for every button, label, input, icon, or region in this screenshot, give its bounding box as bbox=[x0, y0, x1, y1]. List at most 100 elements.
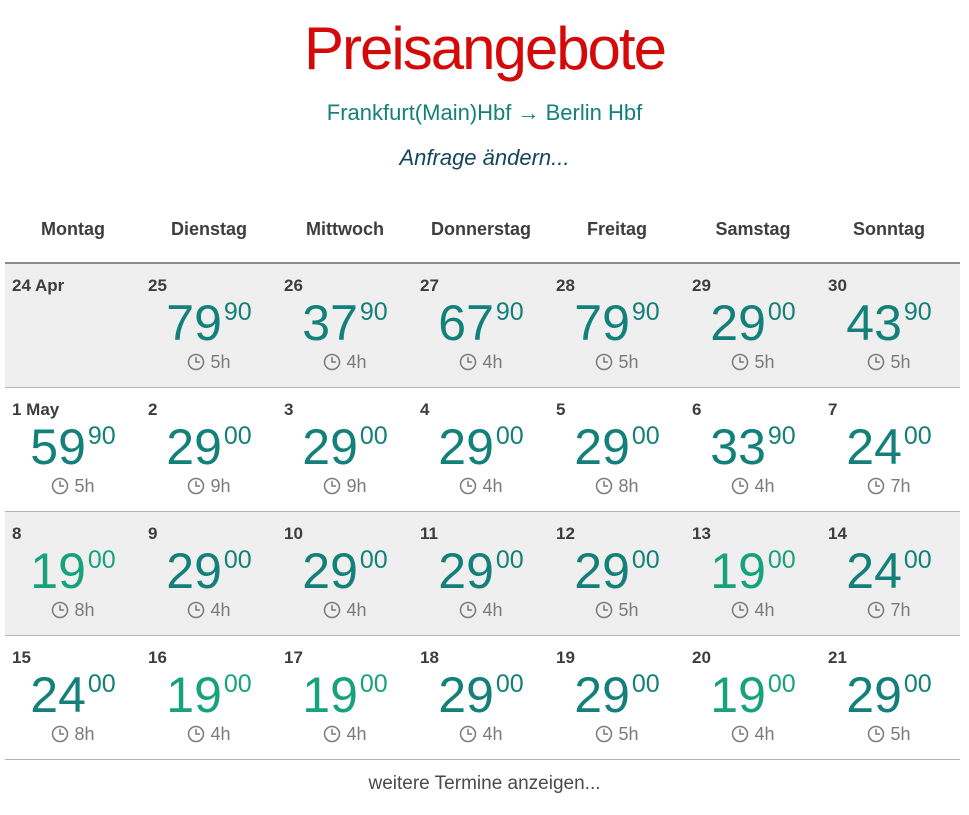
calendar-day-cell[interactable]: 29 2900 5h bbox=[685, 264, 821, 387]
calendar-day-cell[interactable]: 19 2900 5h bbox=[549, 636, 685, 759]
clock-icon bbox=[868, 353, 885, 371]
travel-duration: 7h bbox=[821, 598, 957, 622]
day-price: 4390 bbox=[821, 294, 957, 352]
day-price: 2900 bbox=[549, 418, 685, 476]
price-cent: 00 bbox=[495, 670, 524, 698]
duration-text: 8h bbox=[74, 600, 95, 620]
day-price: 2400 bbox=[5, 666, 141, 724]
clock-icon bbox=[188, 725, 205, 743]
day-date: 24 Apr bbox=[12, 276, 65, 295]
day-date: 20 bbox=[692, 648, 711, 667]
calendar-day-cell[interactable]: 10 2900 4h bbox=[277, 512, 413, 635]
calendar-day-cell[interactable]: 6 3390 4h bbox=[685, 388, 821, 511]
day-price: 3390 bbox=[685, 418, 821, 476]
calendar-day-cell[interactable]: 2 2900 9h bbox=[141, 388, 277, 511]
clock-icon bbox=[460, 353, 477, 371]
duration-text: 4h bbox=[754, 600, 775, 620]
duration-text: 5h bbox=[210, 352, 231, 372]
calendar-day-cell[interactable]: 18 2900 4h bbox=[413, 636, 549, 759]
travel-duration: 5h bbox=[685, 350, 821, 374]
duration-text: 4h bbox=[210, 724, 231, 744]
travel-duration: 5h bbox=[821, 350, 957, 374]
clock-icon bbox=[460, 601, 477, 619]
calendar-day-cell[interactable]: 1 May 5990 5h bbox=[5, 388, 141, 511]
calendar-day-cell[interactable]: 5 2900 8h bbox=[549, 388, 685, 511]
day-date: 30 bbox=[828, 276, 847, 295]
calendar-day-cell[interactable]: 9 2900 4h bbox=[141, 512, 277, 635]
day-price: 7990 bbox=[141, 294, 277, 352]
day-price: 2400 bbox=[821, 418, 957, 476]
day-date: 5 bbox=[556, 400, 566, 419]
travel-duration: 4h bbox=[685, 474, 821, 498]
duration-text: 5h bbox=[618, 724, 639, 744]
price-euro: 29 bbox=[302, 419, 358, 475]
calendar-day-cell[interactable]: 3 2900 9h bbox=[277, 388, 413, 511]
clock-icon bbox=[324, 725, 341, 743]
calendar-day-cell[interactable]: 30 4390 5h bbox=[821, 264, 957, 387]
clock-icon bbox=[596, 477, 613, 495]
travel-duration: 7h bbox=[821, 474, 957, 498]
price-euro: 29 bbox=[438, 543, 494, 599]
calendar-day-cell[interactable]: 7 2400 7h bbox=[821, 388, 957, 511]
clock-icon bbox=[460, 725, 477, 743]
day-price: 1900 bbox=[141, 666, 277, 724]
price-cent: 00 bbox=[359, 670, 388, 698]
price-cent: 00 bbox=[903, 670, 932, 698]
clock-icon bbox=[732, 353, 749, 371]
price-euro: 19 bbox=[30, 543, 86, 599]
more-dates-link[interactable]: weitere Termine anzeigen... bbox=[0, 770, 969, 798]
price-euro: 29 bbox=[166, 419, 222, 475]
price-euro: 29 bbox=[302, 543, 358, 599]
calendar-day-cell[interactable]: 27 6790 4h bbox=[413, 264, 549, 387]
travel-duration: 4h bbox=[685, 722, 821, 746]
calendar-day-cell[interactable]: 8 1900 8h bbox=[5, 512, 141, 635]
day-price: 2900 bbox=[413, 542, 549, 600]
weekday-label: Dienstag bbox=[170, 219, 248, 239]
clock-icon bbox=[868, 477, 885, 495]
calendar-day-cell[interactable]: 16 1900 4h bbox=[141, 636, 277, 759]
calendar-day-cell[interactable]: 17 1900 4h bbox=[277, 636, 413, 759]
day-price: 7990 bbox=[549, 294, 685, 352]
calendar-week-row: 1 May 5990 5h 2 2900 9h 3 2900 9h 4 2900 4h 5 2900 8h 6… bbox=[5, 388, 960, 512]
day-date: 3 bbox=[284, 400, 294, 419]
travel-duration: 4h bbox=[141, 598, 277, 622]
day-price: 2900 bbox=[549, 542, 685, 600]
price-cent: 00 bbox=[495, 546, 524, 574]
price-euro: 29 bbox=[574, 419, 630, 475]
price-euro: 24 bbox=[846, 543, 902, 599]
price-cent: 00 bbox=[767, 298, 796, 326]
duration-text: 4h bbox=[482, 724, 503, 744]
calendar-day-cell[interactable]: 28 7990 5h bbox=[549, 264, 685, 387]
clock-icon bbox=[732, 601, 749, 619]
calendar-day-cell[interactable]: 26 3790 4h bbox=[277, 264, 413, 387]
clock-icon bbox=[868, 725, 885, 743]
price-cent: 00 bbox=[87, 670, 116, 698]
clock-icon bbox=[324, 601, 341, 619]
calendar-day-cell[interactable]: 13 1900 4h bbox=[685, 512, 821, 635]
day-date: 8 bbox=[12, 524, 22, 543]
calendar-day-cell[interactable]: 21 2900 5h bbox=[821, 636, 957, 759]
calendar-day-cell[interactable]: 11 2900 4h bbox=[413, 512, 549, 635]
calendar-day-cell[interactable]: 20 1900 4h bbox=[685, 636, 821, 759]
calendar-day-cell[interactable]: 15 2400 8h bbox=[5, 636, 141, 759]
duration-text: 7h bbox=[890, 600, 911, 620]
price-euro: 24 bbox=[846, 419, 902, 475]
calendar-day-cell[interactable]: 4 2900 4h bbox=[413, 388, 549, 511]
calendar-day-cell: 24 Apr bbox=[5, 264, 141, 387]
day-price: 2900 bbox=[277, 418, 413, 476]
duration-text: 5h bbox=[618, 600, 639, 620]
day-price: 2900 bbox=[821, 666, 957, 724]
route-info: Frankfurt(Main)Hbf → Berlin Hbf bbox=[326, 100, 643, 125]
price-euro: 37 bbox=[302, 295, 358, 351]
duration-text: 9h bbox=[346, 476, 367, 496]
change-request-link[interactable]: Anfrage ändern... bbox=[0, 143, 969, 173]
price-euro: 19 bbox=[302, 667, 358, 723]
calendar-day-cell[interactable]: 25 7990 5h bbox=[141, 264, 277, 387]
weekday-label: Montag bbox=[41, 219, 105, 239]
duration-text: 4h bbox=[482, 476, 503, 496]
calendar-day-cell[interactable]: 14 2400 7h bbox=[821, 512, 957, 635]
travel-duration: 4h bbox=[277, 350, 413, 374]
calendar-day-cell[interactable]: 12 2900 5h bbox=[549, 512, 685, 635]
day-price: 2900 bbox=[549, 666, 685, 724]
price-cent: 90 bbox=[87, 422, 116, 450]
